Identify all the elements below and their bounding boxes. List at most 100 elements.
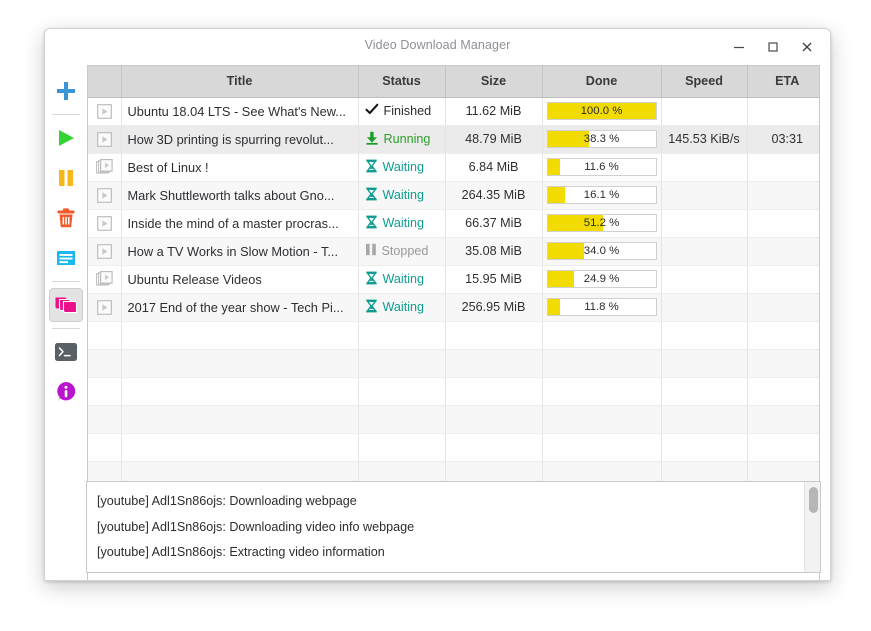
- row-status-label: Waiting: [382, 160, 425, 174]
- empty-cell: [747, 377, 819, 406]
- table-row[interactable]: How a TV Works in Slow Motion - T... Stop…: [88, 237, 819, 266]
- row-size-cell: 35.08 MiB: [445, 237, 543, 266]
- sidebar-item-console[interactable]: [49, 335, 83, 369]
- table-row[interactable]: Ubuntu 18.04 LTS - See What's New... Fini…: [88, 97, 819, 126]
- row-type-icon-cell: [88, 265, 122, 294]
- progress-bar-label: 11.8 %: [584, 301, 619, 313]
- table-body: Ubuntu 18.04 LTS - See What's New... Fini…: [88, 97, 819, 490]
- minimize-button[interactable]: [722, 33, 756, 61]
- column-header-size[interactable]: Size: [445, 66, 543, 98]
- sidebar-item-about[interactable]: [49, 375, 83, 409]
- video-icon: [96, 243, 112, 259]
- sidebar-item-batch-download[interactable]: [49, 288, 83, 322]
- table-row-empty[interactable]: [88, 321, 819, 350]
- empty-cell: [445, 321, 543, 350]
- sidebar-item-add-download[interactable]: [49, 74, 83, 108]
- row-eta-cell: [747, 153, 819, 182]
- row-eta-cell: [747, 265, 819, 294]
- sidebar-item-properties[interactable]: [49, 241, 83, 275]
- row-speed-cell: [661, 153, 748, 182]
- column-header-title[interactable]: Title: [121, 66, 359, 98]
- log-scrollbar[interactable]: [804, 482, 820, 572]
- pause-icon: [365, 243, 376, 256]
- plus-icon: [57, 82, 75, 100]
- video-icon: [96, 299, 112, 315]
- log-line: [youtube] Adl1Sn86ojs: Downloading video…: [97, 519, 415, 534]
- row-speed-cell: [661, 97, 748, 126]
- table-header-row: Title Status Size Done Speed ETA: [88, 66, 819, 98]
- log-scrollbar-thumb[interactable]: [809, 487, 818, 513]
- status-icon: [365, 131, 379, 148]
- row-status-cell: Waiting: [358, 293, 446, 322]
- row-title: How a TV Works in Slow Motion - T...: [127, 243, 339, 259]
- status-icon: [365, 159, 378, 176]
- progress-bar: 38.3 %: [546, 130, 657, 148]
- row-eta-cell: [747, 293, 819, 322]
- row-status-label: Stopped: [381, 244, 429, 258]
- row-status-cell: Waiting: [358, 153, 446, 182]
- column-header-speed[interactable]: Speed: [661, 66, 748, 98]
- table-row[interactable]: How 3D printing is spurring revolut... Ru…: [88, 125, 819, 154]
- column-header-icon[interactable]: [88, 66, 122, 98]
- table-row-empty[interactable]: [88, 405, 819, 434]
- toolbar-sidebar: [45, 65, 87, 580]
- empty-cell: [358, 377, 446, 406]
- sidebar-item-delete-download[interactable]: [49, 201, 83, 235]
- downloads-table: Title Status Size Done Speed ETA Ubuntu …: [88, 66, 819, 490]
- table-row[interactable]: Mark Shuttleworth talks about Gno... Wait…: [88, 181, 819, 210]
- row-type-icon-cell: [88, 181, 122, 210]
- row-title-cell: Ubuntu Release Videos: [121, 265, 359, 294]
- progress-bar: 24.9 %: [546, 270, 657, 288]
- row-title: Ubuntu 18.04 LTS - See What's New...: [127, 103, 346, 119]
- empty-cell: [747, 433, 819, 462]
- row-title-cell: Mark Shuttleworth talks about Gno...: [121, 181, 359, 210]
- empty-cell: [747, 349, 819, 378]
- row-status-label: Waiting: [382, 300, 425, 314]
- row-eta-cell: [747, 209, 819, 238]
- row-status-cell: Running: [358, 125, 446, 154]
- row-status-label: Waiting: [382, 216, 425, 230]
- sidebar-item-start-download[interactable]: [49, 121, 83, 155]
- video-icon: [96, 215, 112, 231]
- row-status-cell: Stopped: [358, 237, 446, 266]
- table-row[interactable]: Inside the mind of a master procras... Wa…: [88, 209, 819, 238]
- window-title: Video Download Manager: [364, 38, 511, 52]
- progress-bar: 11.8 %: [546, 298, 657, 316]
- close-icon: [802, 42, 812, 52]
- log-lines: [youtube] Adl1Sn86ojs: Downloading webpa…: [87, 482, 804, 572]
- empty-cell: [661, 405, 748, 434]
- table-row[interactable]: 2017 End of the year show - Tech Pi... Wa…: [88, 293, 819, 322]
- row-size-cell: 66.37 MiB: [445, 209, 543, 238]
- progress-bar-label: 24.9 %: [583, 273, 620, 285]
- row-size-cell: 256.95 MiB: [445, 293, 543, 322]
- log-panel[interactable]: [youtube] Adl1Sn86ojs: Downloading webpa…: [86, 481, 821, 573]
- progress-bar-label: 16.1 %: [583, 189, 620, 201]
- status-icon: [365, 187, 378, 204]
- empty-cell: [542, 321, 662, 350]
- close-button[interactable]: [790, 33, 824, 61]
- row-eta-cell: 03:31: [747, 125, 819, 154]
- empty-cell: [358, 405, 446, 434]
- progress-bar-label: 38.3 %: [583, 133, 620, 145]
- row-title-cell: Inside the mind of a master procras...: [121, 209, 359, 238]
- column-header-done[interactable]: Done: [542, 66, 662, 98]
- row-done-cell: 11.6 %: [542, 153, 662, 182]
- table-row-empty[interactable]: [88, 349, 819, 378]
- video-icon: [96, 103, 112, 119]
- empty-cell: [542, 349, 662, 378]
- empty-cell: [542, 433, 662, 462]
- maximize-button[interactable]: [756, 33, 790, 61]
- column-header-status[interactable]: Status: [358, 66, 446, 98]
- sidebar-item-pause-download[interactable]: [49, 161, 83, 195]
- table-row-empty[interactable]: [88, 433, 819, 462]
- table-row[interactable]: Ubuntu Release Videos Waiting 15.95 MiB 24.…: [88, 265, 819, 294]
- table-row[interactable]: Best of Linux ! Waiting 6.84 MiB 11.6 %: [88, 153, 819, 182]
- row-type-icon-cell: [88, 125, 122, 154]
- row-title-cell: Best of Linux !: [121, 153, 359, 182]
- table-row-empty[interactable]: [88, 377, 819, 406]
- row-done-cell: 11.8 %: [542, 293, 662, 322]
- maximize-icon: [768, 42, 778, 52]
- progress-bar: 51.2 %: [546, 214, 657, 232]
- pause-icon: [59, 170, 73, 186]
- column-header-eta[interactable]: ETA: [747, 66, 819, 98]
